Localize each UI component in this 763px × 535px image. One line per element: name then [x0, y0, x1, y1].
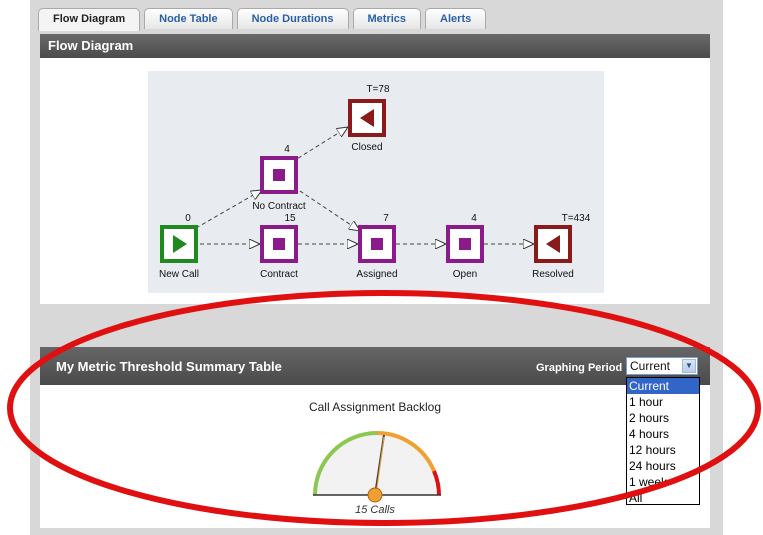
node-count-no-contract: 4 — [284, 144, 290, 155]
stop-square-icon — [459, 238, 471, 250]
node-contract[interactable] — [260, 225, 298, 263]
flow-diagram-canvas: 0 15 4 7 4 T=78 T=434 New Call Contract … — [148, 71, 604, 293]
tab-node-durations[interactable]: Node Durations — [236, 8, 349, 29]
tab-bar: Flow Diagram Node Table Node Durations M… — [38, 8, 487, 31]
period-option-current[interactable]: Current — [627, 378, 699, 394]
node-count-new-call: 0 — [185, 213, 191, 224]
node-label-open: Open — [452, 269, 478, 280]
node-open[interactable] — [446, 225, 484, 263]
period-option-1-week[interactable]: 1 week — [627, 474, 699, 490]
stop-square-icon — [371, 238, 383, 250]
node-count-assigned: 7 — [383, 213, 389, 224]
period-option-all[interactable]: All — [627, 490, 699, 504]
node-count-open: 4 — [471, 213, 477, 224]
period-option-24-hours[interactable]: 24 hours — [627, 458, 699, 474]
node-label-assigned: Assigned — [356, 269, 398, 280]
tab-alerts[interactable]: Alerts — [425, 8, 487, 29]
stop-square-icon — [273, 169, 285, 181]
gauge — [313, 431, 441, 503]
node-label-contract: Contract — [260, 269, 298, 280]
gauge-hub — [367, 487, 383, 503]
node-label-closed: Closed — [351, 142, 383, 153]
graphing-period-select[interactable]: Current ▼ — [626, 357, 698, 375]
tab-metrics[interactable]: Metrics — [352, 8, 422, 29]
node-label-new-call: New Call — [158, 269, 199, 280]
node-new-call[interactable] — [160, 225, 198, 263]
node-no-contract[interactable] — [260, 156, 298, 194]
node-label-resolved: Resolved — [532, 269, 574, 280]
node-assigned[interactable] — [358, 225, 396, 263]
gauge-value: 15 Calls — [355, 504, 395, 516]
graphing-period-dropdown: Current 1 hour 2 hours 4 hours 12 hours … — [626, 377, 700, 505]
flow-diagram-svg — [160, 99, 572, 263]
graphing-period-value: Current — [630, 359, 671, 373]
stop-square-icon — [273, 238, 285, 250]
node-count-contract: 15 — [284, 213, 296, 224]
period-option-12-hours[interactable]: 12 hours — [627, 442, 699, 458]
period-option-2-hours[interactable]: 2 hours — [627, 410, 699, 426]
node-count-closed: T=78 — [366, 84, 390, 95]
chevron-down-icon[interactable]: ▼ — [682, 359, 696, 373]
flow-diagram-header: Flow Diagram — [40, 34, 710, 58]
tab-flow-diagram[interactable]: Flow Diagram — [38, 8, 141, 31]
graphing-period-label: Graphing Period — [536, 362, 623, 374]
tab-node-table[interactable]: Node Table — [144, 8, 233, 29]
node-label-no-contract: No Contract — [252, 201, 306, 212]
gauge-title: Call Assignment Backlog — [308, 400, 442, 414]
node-count-resolved: T=434 — [561, 213, 591, 224]
period-option-4-hours[interactable]: 4 hours — [627, 426, 699, 442]
node-resolved[interactable] — [534, 225, 572, 263]
period-option-1-hour[interactable]: 1 hour — [627, 394, 699, 410]
node-closed[interactable] — [348, 99, 386, 137]
